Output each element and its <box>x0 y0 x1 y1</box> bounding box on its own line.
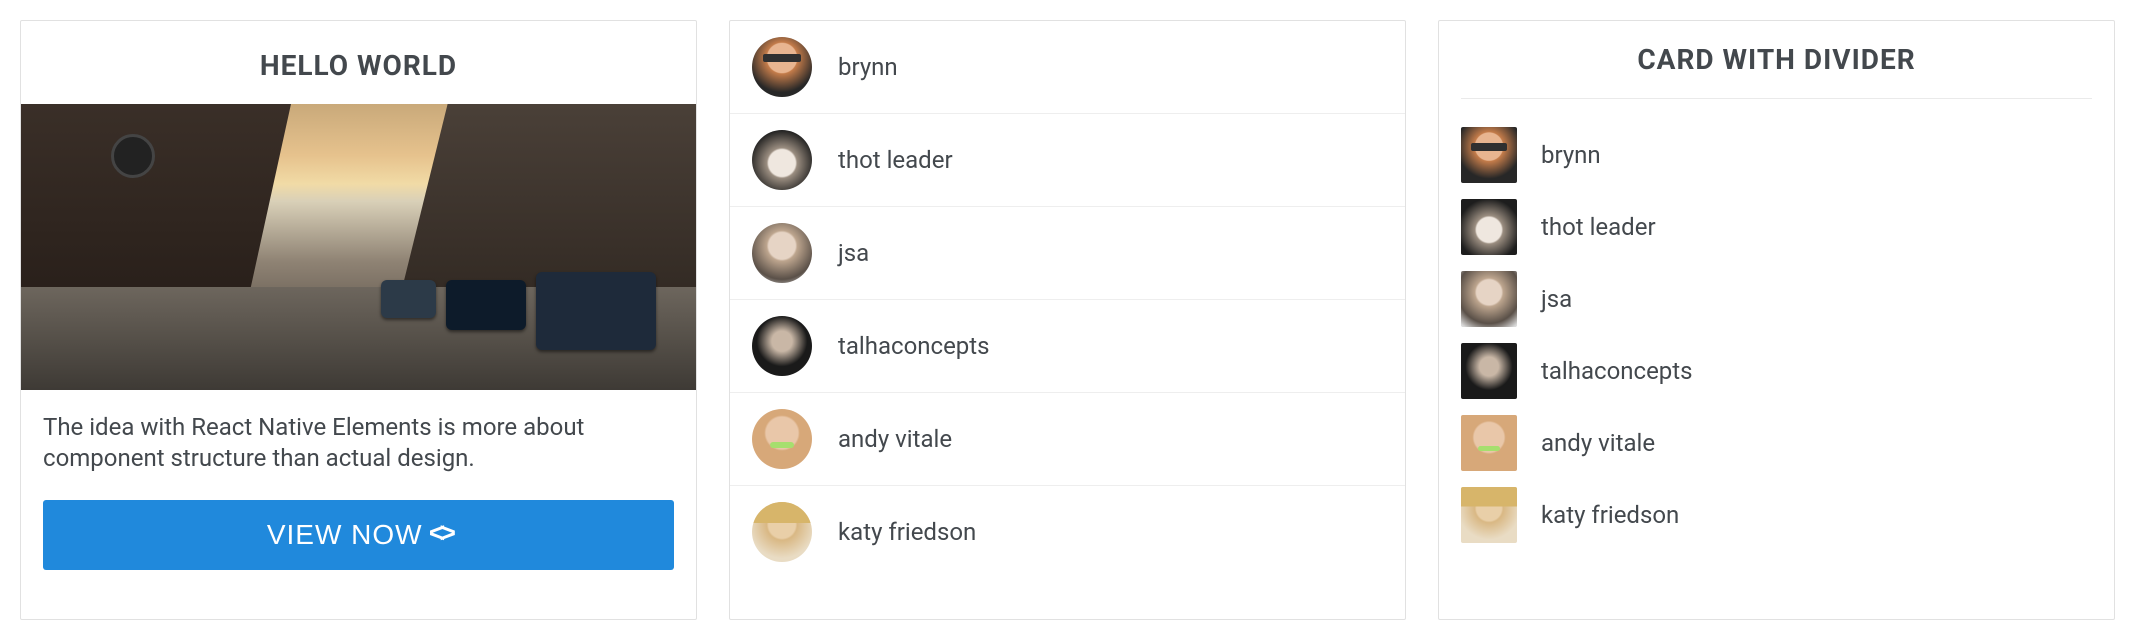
list-item-name: jsa <box>838 239 869 267</box>
list-item-name: andy vitale <box>1541 429 1655 457</box>
avatar <box>1461 127 1517 183</box>
card-title: HELLO WORLD <box>21 21 696 104</box>
user-list-card: brynn thot leader jsa talhaconcepts andy… <box>729 20 1406 620</box>
avatar <box>752 409 812 469</box>
avatar <box>1461 271 1517 327</box>
avatar <box>752 502 812 562</box>
avatar <box>1461 199 1517 255</box>
card-hero-image <box>21 104 696 390</box>
list-item: andy vitale <box>1461 407 2092 479</box>
list-item[interactable]: talhaconcepts <box>730 300 1405 393</box>
list-item: jsa <box>1461 263 2092 335</box>
list-item-name: brynn <box>838 53 898 81</box>
view-now-label: VIEW NOW <box>267 519 423 551</box>
list-item[interactable]: thot leader <box>730 114 1405 207</box>
card-with-divider: CARD WITH DIVIDER brynn thot leader jsa … <box>1438 20 2115 620</box>
list-item-name: jsa <box>1541 285 1572 313</box>
avatar <box>752 316 812 376</box>
list-item-name: talhaconcepts <box>838 332 990 360</box>
avatar <box>1461 343 1517 399</box>
avatar <box>1461 487 1517 543</box>
code-icon: <> <box>429 520 451 551</box>
avatar <box>752 37 812 97</box>
list-item-name: andy vitale <box>838 425 952 453</box>
list-item[interactable]: jsa <box>730 207 1405 300</box>
list-item-name: talhaconcepts <box>1541 357 1693 385</box>
avatar <box>752 223 812 283</box>
view-now-button[interactable]: VIEW NOW <> <box>43 500 674 570</box>
list-item: brynn <box>1461 119 2092 191</box>
list-item[interactable]: brynn <box>730 21 1405 114</box>
list-item-name: thot leader <box>838 146 953 174</box>
list-item[interactable]: andy vitale <box>730 393 1405 486</box>
list-item[interactable]: katy friedson <box>730 486 1405 578</box>
card-description: The idea with React Native Elements is m… <box>21 390 696 492</box>
card-title: CARD WITH DIVIDER <box>1461 43 2092 98</box>
list-item-name: thot leader <box>1541 213 1656 241</box>
list-item: talhaconcepts <box>1461 335 2092 407</box>
divider <box>1461 98 2092 99</box>
list-item: thot leader <box>1461 191 2092 263</box>
hello-world-card: HELLO WORLD The idea with React Native E… <box>20 20 697 620</box>
list-item-name: katy friedson <box>1541 501 1679 529</box>
list-item-name: katy friedson <box>838 518 976 546</box>
list-item-name: brynn <box>1541 141 1601 169</box>
avatar <box>1461 415 1517 471</box>
list-item: katy friedson <box>1461 479 2092 551</box>
avatar <box>752 130 812 190</box>
